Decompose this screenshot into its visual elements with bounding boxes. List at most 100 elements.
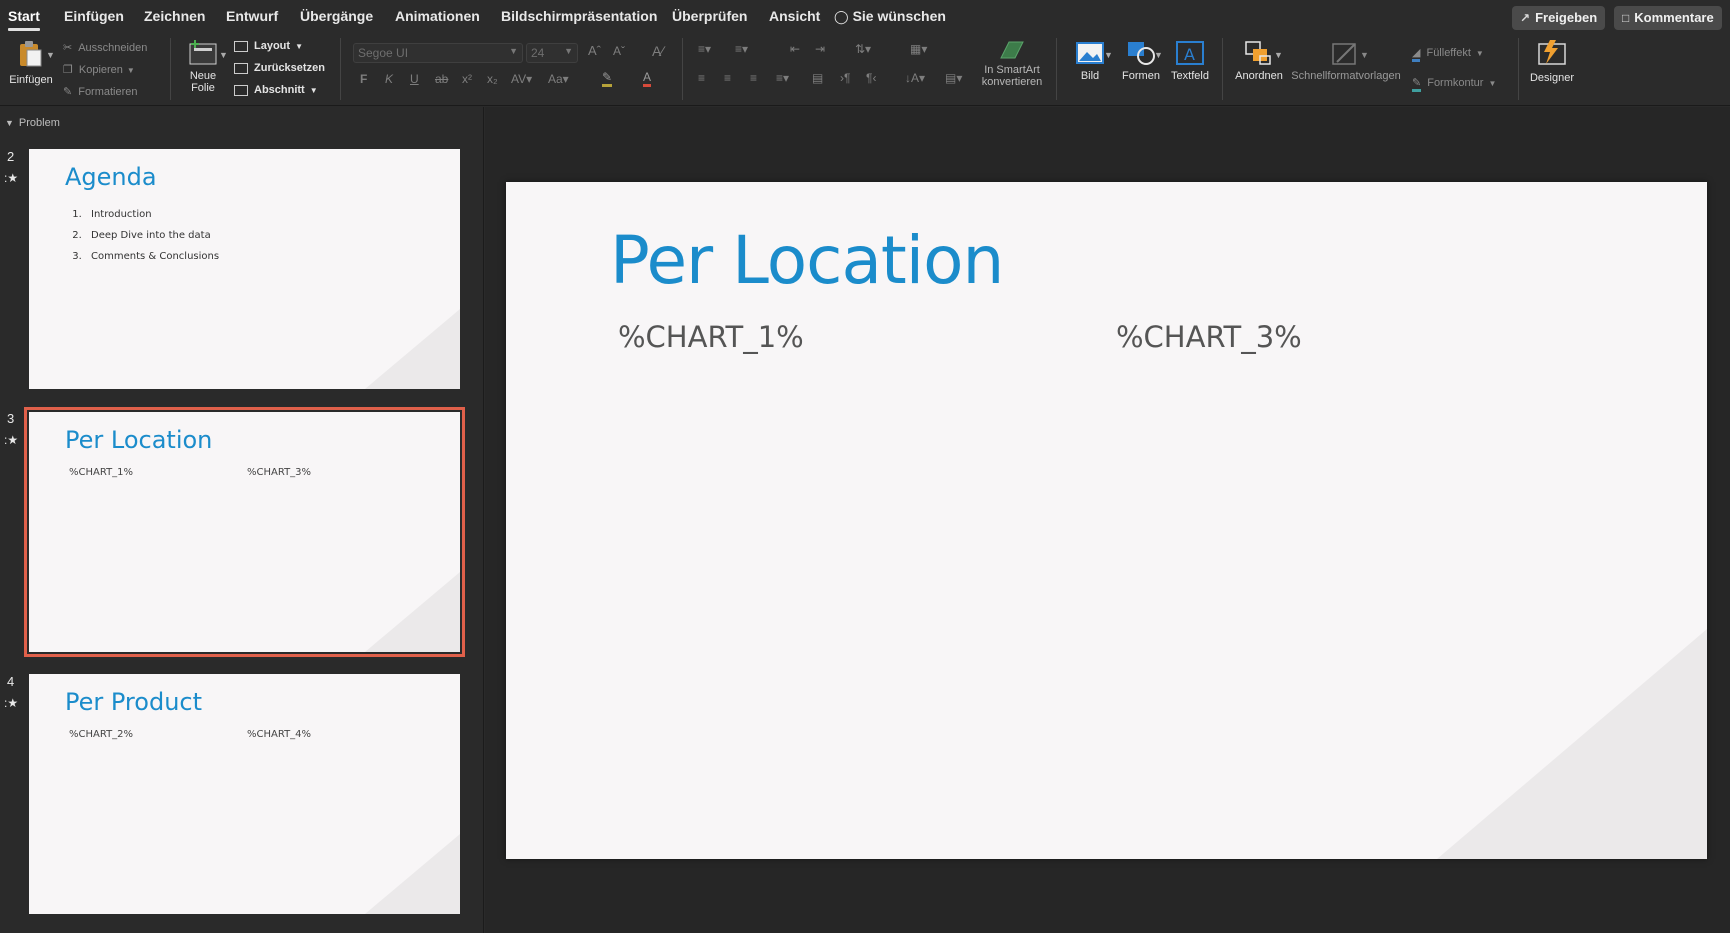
copy-button[interactable]: ❐ Kopieren ▼ [63,63,135,76]
chart-placeholder-left[interactable]: %CHART_1% [618,320,804,354]
tell-me-search[interactable]: ◯ Sie wünschen [834,8,946,25]
shape-fill-button[interactable]: ◢ Fülleffekt ▼ [1412,46,1484,62]
comments-button[interactable]: □ Kommentare [1614,6,1722,30]
layout-icon [234,40,248,52]
tab-ansicht[interactable]: Ansicht [769,8,820,24]
tab-start[interactable]: Start [8,8,40,31]
bold-icon[interactable]: F [360,72,367,86]
chevron-down-icon[interactable]: ▼ [219,50,228,60]
decrease-indent-icon[interactable]: ⇤ [790,42,800,56]
ribbon-divider [170,38,171,100]
paste-button[interactable]: Einfügen [8,40,54,86]
chart-placeholder-right[interactable]: %CHART_3% [1116,320,1302,354]
chevron-down-icon: ▼ [509,46,518,56]
slide-thumbnail-2[interactable]: Agenda Introduction Deep Dive into the d… [29,149,460,389]
chevron-down-icon[interactable]: ▼ [1360,50,1369,60]
format-painter-button[interactable]: ✎ Formatieren [63,85,138,98]
smartart-icon [1000,41,1024,59]
align-text-icon[interactable]: ▤▾ [945,71,962,85]
thumbnail-title: Per Product [65,688,203,716]
chevron-down-icon: ▼ [309,86,318,95]
superscript-icon[interactable]: x² [462,72,472,86]
chevron-down-icon[interactable]: ▼ [46,50,55,60]
slide-title[interactable]: Per Location [610,222,1004,299]
comments-label: Kommentare [1634,10,1714,25]
arrange-button[interactable]: Anordnen [1232,40,1286,82]
paintbrush-icon: ✎ [63,86,73,98]
font-name-combo[interactable]: Segoe UI ▼ [353,43,523,63]
shape-outline-button[interactable]: ✎ Formkontur ▼ [1412,76,1496,92]
chevron-down-icon[interactable]: ▼ [1154,50,1163,60]
cut-button[interactable]: ✂ Ausschneiden [63,41,147,54]
slide-canvas[interactable]: Per Location %CHART_1% %CHART_3% [506,182,1707,859]
paint-bucket-icon: ◢ [1412,47,1421,62]
chevron-down-icon: ▼ [295,42,303,51]
rtl-icon[interactable]: ¶‹ [866,71,876,85]
chevron-down-icon: ▼ [1475,49,1484,58]
change-case-icon[interactable]: Aa▾ [548,72,569,86]
tab-ueberpruefen[interactable]: Überprüfen [672,8,747,24]
thumbnail-placeholder-right: %CHART_4% [247,729,312,740]
tab-entwurf[interactable]: Entwurf [226,8,278,24]
clear-format-icon[interactable]: A∕ [652,43,664,59]
designer-label: Designer [1529,72,1575,84]
picture-button[interactable]: Bild [1066,40,1114,82]
align-left-icon[interactable]: ≡ [698,71,705,85]
layout-label: Layout [254,40,291,52]
numbering-icon[interactable]: ≡▾ [735,42,748,56]
bullets-icon[interactable]: ≡▾ [698,42,711,56]
reset-icon [234,62,248,74]
designer-button[interactable]: Designer [1524,38,1580,84]
thumbnail-placeholder-left: %CHART_2% [69,729,134,740]
comment-icon: □ [1622,11,1630,25]
tab-einfuegen[interactable]: Einfügen [64,8,124,24]
thumbnail-placeholder-left: %CHART_1% [69,467,134,478]
columns-icon[interactable]: ▦▾ [910,42,927,56]
font-color-icon[interactable]: A [643,70,652,87]
slide-thumbnail-4[interactable]: Per Product %CHART_2% %CHART_4% [29,674,460,914]
chevron-down-icon[interactable]: ▼ [1274,50,1283,60]
triangle-down-icon: ▼ [5,118,14,128]
smartart-button[interactable]: In SmartArt konvertieren [980,38,1044,88]
ltr-icon[interactable]: ›¶ [840,71,850,85]
section-icon [234,84,248,96]
highlight-icon[interactable]: ✎ [602,70,613,87]
grow-font-icon[interactable]: Aˆ [588,43,601,58]
align-right-icon[interactable]: ≡ [750,71,757,85]
agenda-item: Deep Dive into the data [85,230,219,241]
strikethrough-icon[interactable]: ab [435,72,448,86]
align-center-icon[interactable]: ≡ [724,71,731,85]
textbox-button[interactable]: A Textfeld [1166,40,1214,82]
agenda-item: Introduction [85,209,219,220]
new-slide-button[interactable]: Neue Folie [180,40,226,94]
justify-icon[interactable]: ≡▾ [776,71,789,85]
increase-indent-icon[interactable]: ⇥ [815,42,825,56]
tab-zeichnen[interactable]: Zeichnen [144,8,205,24]
tab-animationen[interactable]: Animationen [395,8,480,24]
shapes-button[interactable]: Formen [1116,40,1166,82]
layout-button[interactable]: Layout ▼ [234,40,303,52]
section-header[interactable]: ▼ Problem [5,117,60,129]
quick-styles-button[interactable]: Schnellformatvorlagen [1288,40,1404,82]
tab-uebergaenge[interactable]: Übergänge [300,8,373,24]
line-spacing-icon[interactable]: ⇅▾ [855,42,871,56]
textbox-label: Textfeld [1171,70,1209,82]
underline-icon[interactable]: U [410,72,419,86]
reset-button[interactable]: Zurücksetzen [234,62,325,74]
section-button[interactable]: Abschnitt ▼ [234,84,318,96]
ribbon-divider [1056,38,1057,100]
char-spacing-icon[interactable]: AV▾ [511,72,532,86]
distribute-icon[interactable]: ▤ [812,71,823,85]
slide-thumbnail-3[interactable]: Per Location %CHART_1% %CHART_3% [24,407,465,657]
italic-icon[interactable]: K [385,72,393,86]
ribbon: Einfügen ▼ ✂ Ausschneiden ❐ Kopieren ▼ ✎ For… [0,34,1730,106]
chevron-down-icon[interactable]: ▼ [1104,50,1113,60]
font-size-combo[interactable]: 24 ▼ [526,43,578,63]
text-direction-icon[interactable]: ↓A▾ [905,71,925,85]
slide-corner-decoration [365,572,460,652]
shrink-font-icon[interactable]: Aˇ [613,44,625,58]
tab-bildschirmpraesentation[interactable]: Bildschirmpräsentation [501,8,657,24]
paste-label: Einfügen [9,74,53,86]
share-button[interactable]: ↗ Freigeben [1512,6,1606,30]
subscript-icon[interactable]: x₂ [487,72,498,86]
